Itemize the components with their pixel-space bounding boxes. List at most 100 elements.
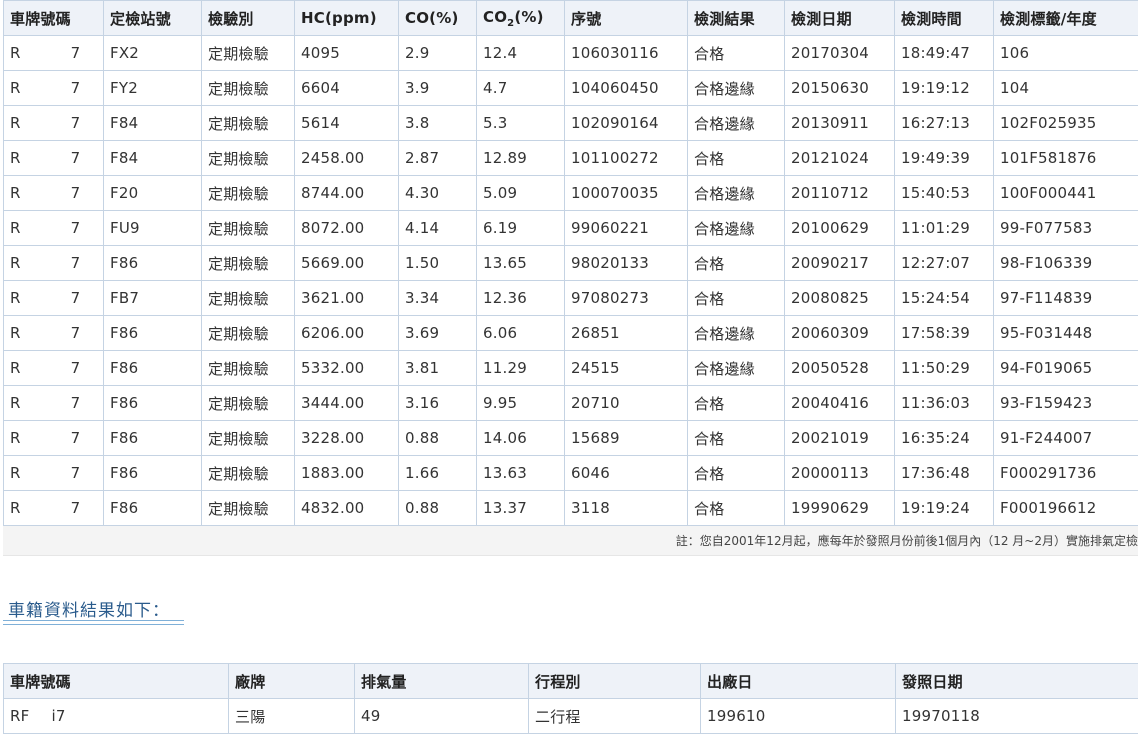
result-cell: 合格邊緣: [687, 210, 785, 246]
serial-cell: 106030116: [564, 35, 688, 71]
type-cell: 定期檢驗: [201, 245, 295, 281]
serial-cell: 3118: [564, 490, 688, 526]
date-cell: 20100629: [784, 210, 895, 246]
inspection-row: R 7 F84 定期檢驗 2458.00 2.87 12.89 101100272 合格 201…: [3, 140, 1138, 176]
vehicle-header-issue-date: 發照日期: [895, 663, 1138, 699]
co-cell: 1.66: [398, 455, 477, 491]
result-cell: 合格邊緣: [687, 105, 785, 141]
inspection-row: R 7 F86 定期檢驗 3444.00 3.16 9.95 20710 合格 20040416…: [3, 385, 1138, 421]
hc-cell: 6604: [294, 70, 399, 106]
station-cell: F84: [103, 105, 202, 141]
plate-suffix: 7: [70, 219, 81, 237]
result-cell: 合格: [687, 490, 785, 526]
inspection-row: R 7 FU9 定期檢驗 8072.00 4.14 6.19 99060221 合格邊緣 201…: [3, 210, 1138, 246]
plate-suffix: 7: [70, 359, 81, 377]
date-cell: 20150630: [784, 70, 895, 106]
serial-cell: 15689: [564, 420, 688, 456]
hc-cell: 3621.00: [294, 280, 399, 316]
vehicle-header-brand: 廠牌: [228, 663, 355, 699]
station-cell: FB7: [103, 280, 202, 316]
time-cell: 18:49:47: [894, 35, 994, 71]
station-cell: FY2: [103, 70, 202, 106]
date-cell: 20110712: [784, 175, 895, 211]
co-cell: 2.9: [398, 35, 477, 71]
inspection-row: R 7 F86 定期檢驗 5332.00 3.81 11.29 24515 合格邊緣 20050…: [3, 350, 1138, 386]
time-cell: 15:24:54: [894, 280, 994, 316]
plate-cell: R 7: [3, 490, 104, 526]
header-serial: 序號: [564, 0, 688, 36]
hc-cell: 5332.00: [294, 350, 399, 386]
vehicle-info-table: 車牌號碼 廠牌 排氣量 行程別 出廠日 發照日期 RF i7 三陽 49 二行程 …: [3, 663, 1138, 734]
hc-cell: 2458.00: [294, 140, 399, 176]
hc-cell: 8744.00: [294, 175, 399, 211]
serial-cell: 104060450: [564, 70, 688, 106]
result-cell: 合格邊緣: [687, 70, 785, 106]
type-cell: 定期檢驗: [201, 350, 295, 386]
inspection-row: R 7 FB7 定期檢驗 3621.00 3.34 12.36 97080273 合格 2008…: [3, 280, 1138, 316]
result-cell: 合格邊緣: [687, 175, 785, 211]
type-cell: 定期檢驗: [201, 105, 295, 141]
result-cell: 合格: [687, 420, 785, 456]
serial-cell: 99060221: [564, 210, 688, 246]
co-cell: 3.34: [398, 280, 477, 316]
plate-prefix: R: [10, 359, 21, 377]
plate-cell: R 7: [3, 105, 104, 141]
plate-cell: R 7: [3, 245, 104, 281]
label-cell: 91-F244007: [993, 420, 1138, 456]
label-cell: 100F000441: [993, 175, 1138, 211]
station-cell: F86: [103, 490, 202, 526]
vehicle-brand: 三陽: [228, 698, 355, 734]
vehicle-header-plate: 車牌號碼: [3, 663, 229, 699]
note-text: 註：您自2001年12月起，應每年於發照月份前後1個月內（12 月~2月）實施排…: [675, 534, 1138, 548]
co-cell: 2.87: [398, 140, 477, 176]
plate-cell: R 7: [3, 420, 104, 456]
serial-cell: 20710: [564, 385, 688, 421]
label-cell: F000196612: [993, 490, 1138, 526]
vehicle-plate-prefix: RF: [10, 707, 30, 725]
plate-cell: R 7: [3, 35, 104, 71]
header-hc: HC(ppm): [294, 0, 399, 36]
serial-cell: 102090164: [564, 105, 688, 141]
hc-cell: 4095: [294, 35, 399, 71]
vehicle-plate-suffix: i7: [51, 707, 66, 725]
header-date: 檢測日期: [784, 0, 895, 36]
hc-cell: 3228.00: [294, 420, 399, 456]
label-cell: 95-F031448: [993, 315, 1138, 351]
date-cell: 20130911: [784, 105, 895, 141]
header-co: CO(%): [398, 0, 477, 36]
label-cell: 93-F159423: [993, 385, 1138, 421]
plate-suffix: 7: [70, 184, 81, 202]
serial-cell: 24515: [564, 350, 688, 386]
vehicle-issue-date: 19970118: [895, 698, 1138, 734]
vehicle-row: RF i7 三陽 49 二行程 199610 19970118: [3, 698, 1138, 734]
vehicle-header-displacement: 排氣量: [354, 663, 529, 699]
header-time: 檢測時間: [894, 0, 994, 36]
label-cell: 101F581876: [993, 140, 1138, 176]
inspection-header-row: 車牌號碼 定檢站號 檢驗別 HC(ppm) CO(%) CO2(%) 序號 檢測…: [3, 0, 1138, 36]
date-cell: 20050528: [784, 350, 895, 386]
time-cell: 19:49:39: [894, 140, 994, 176]
vehicle-plate-cell: RF i7: [3, 698, 229, 734]
header-label-year: 檢測標籤/年度: [993, 0, 1138, 36]
header-co2-unit: (%): [514, 7, 544, 26]
co-cell: 4.14: [398, 210, 477, 246]
result-cell: 合格: [687, 385, 785, 421]
station-cell: F84: [103, 140, 202, 176]
plate-prefix: R: [10, 464, 21, 482]
inspection-row: R 7 F86 定期檢驗 1883.00 1.66 13.63 6046 合格 20000113…: [3, 455, 1138, 491]
result-cell: 合格: [687, 35, 785, 71]
vehicle-displacement: 49: [354, 698, 529, 734]
label-cell: 104: [993, 70, 1138, 106]
type-cell: 定期檢驗: [201, 420, 295, 456]
inspection-row: R 7 F86 定期檢驗 5669.00 1.50 13.65 98020133 合格 2009…: [3, 245, 1138, 281]
plate-cell: R 7: [3, 140, 104, 176]
hc-cell: 6206.00: [294, 315, 399, 351]
inspection-row: R 7 FX2 定期檢驗 4095 2.9 12.4 106030116 合格 20170304…: [3, 35, 1138, 71]
hc-cell: 3444.00: [294, 385, 399, 421]
plate-cell: R 7: [3, 350, 104, 386]
label-cell: 97-F114839: [993, 280, 1138, 316]
plate-cell: R 7: [3, 280, 104, 316]
co2-cell: 5.09: [476, 175, 565, 211]
plate-cell: R 7: [3, 455, 104, 491]
result-cell: 合格: [687, 280, 785, 316]
